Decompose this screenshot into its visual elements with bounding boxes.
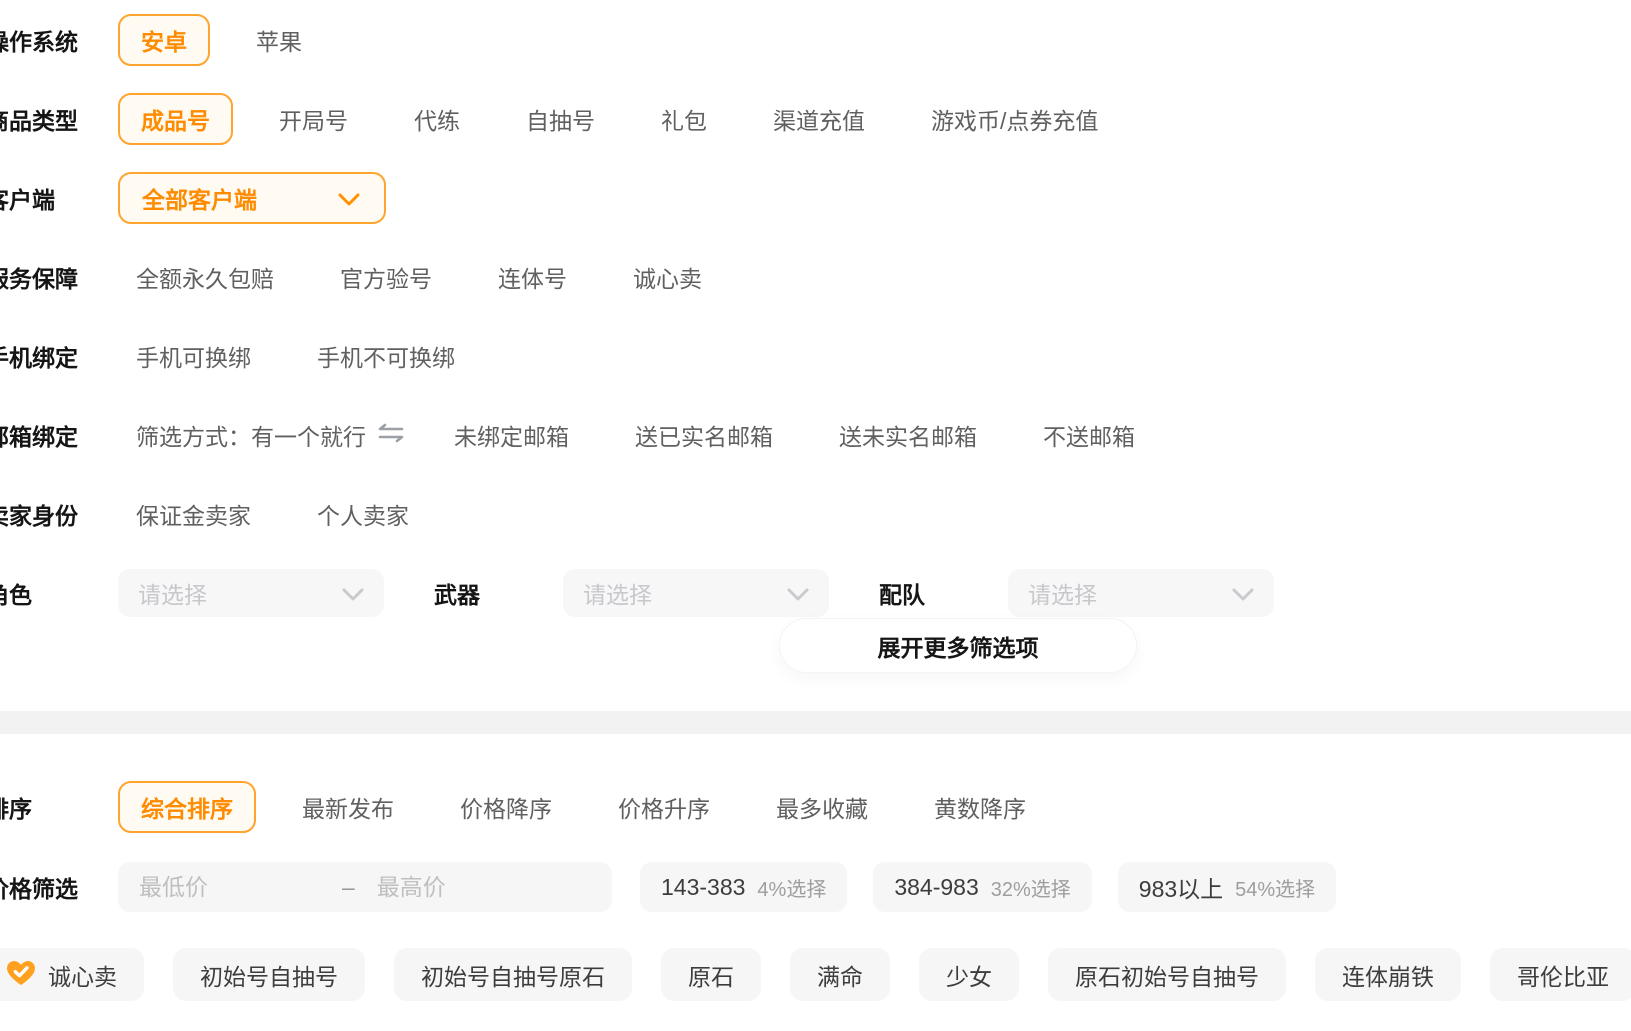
filter-label-email: 邮箱绑定 — [0, 418, 118, 452]
section-divider — [0, 711, 1631, 734]
filter-label-weapon: 武器 — [434, 576, 480, 610]
seller-option-deposit-seller[interactable]: 保证金卖家 — [136, 497, 251, 531]
client-dropdown-value: 全部客户端 — [142, 181, 257, 215]
type-option-coin-topup[interactable]: 游戏币/点券充值 — [931, 102, 1098, 136]
chevron-down-icon — [338, 185, 360, 212]
chevron-down-icon — [1232, 580, 1254, 607]
price-filter-label: 价格筛选 — [0, 870, 118, 904]
os-option-apple[interactable]: 苹果 — [256, 23, 302, 57]
price-range-value: 983以上 — [1139, 870, 1223, 904]
weapon-select[interactable]: 请选择 — [563, 569, 829, 617]
filter-label-team: 配队 — [879, 576, 925, 610]
os-option-android[interactable]: 安卓 — [118, 14, 210, 66]
price-range-percent: 32%选择 — [991, 873, 1071, 902]
expand-more-filters-button[interactable]: 展开更多筛选项 — [780, 619, 1136, 672]
type-option-boosting[interactable]: 代练 — [414, 102, 460, 136]
phone-option-not-rebindable[interactable]: 手机不可换绑 — [317, 339, 455, 373]
price-dash: – — [342, 874, 355, 901]
sort-option-price-desc[interactable]: 价格降序 — [460, 790, 552, 824]
chevron-down-icon — [342, 580, 364, 607]
swap-icon — [378, 422, 404, 449]
price-range-percent: 4%选择 — [757, 873, 826, 902]
email-option-unbound[interactable]: 未绑定邮箱 — [454, 418, 569, 452]
service-option-linked-account[interactable]: 连体号 — [498, 260, 567, 294]
filter-label-os: 操作系统 — [0, 23, 118, 57]
sort-option-huangshu-desc[interactable]: 黄数降序 — [934, 790, 1026, 824]
email-option-unverified-mailbox[interactable]: 送未实名邮箱 — [839, 418, 977, 452]
price-range-option-3[interactable]: 983以上 54%选择 — [1118, 862, 1336, 912]
sort-option-newest[interactable]: 最新发布 — [302, 790, 394, 824]
price-range-option-2[interactable]: 384-983 32%选择 — [873, 862, 1091, 912]
price-range-option-1[interactable]: 143-383 4%选择 — [640, 862, 847, 912]
email-option-verified-mailbox[interactable]: 送已实名邮箱 — [635, 418, 773, 452]
role-select[interactable]: 请选择 — [118, 569, 384, 617]
chevron-down-icon — [787, 580, 809, 607]
type-option-starter-account[interactable]: 开局号 — [279, 102, 348, 136]
email-filter-mode-label: 筛选方式：有一个就行 — [136, 418, 366, 452]
price-range-value: 384-983 — [894, 874, 978, 901]
filter-row-service: 服务保障 全额永久包赔 官方验号 连体号 诚心卖 — [0, 251, 1631, 303]
tag-sincere-sell[interactable]: 诚心卖 — [0, 948, 144, 1001]
tag-starter-selfdraw-primogem[interactable]: 初始号自抽号原石 — [394, 948, 632, 1001]
price-range-value: 143-383 — [661, 874, 745, 901]
sort-option-price-asc[interactable]: 价格升序 — [618, 790, 710, 824]
min-price-input[interactable] — [137, 873, 342, 902]
filter-label-phone: 手机绑定 — [0, 339, 118, 373]
client-dropdown[interactable]: 全部客户端 — [118, 172, 386, 224]
weapon-select-placeholder: 请选择 — [583, 576, 652, 610]
email-option-no-mailbox[interactable]: 不送邮箱 — [1043, 418, 1135, 452]
max-price-input[interactable] — [375, 873, 593, 902]
email-filter-mode-toggle[interactable]: 筛选方式：有一个就行 — [136, 418, 388, 452]
team-select[interactable]: 请选择 — [1008, 569, 1274, 617]
role-select-placeholder: 请选择 — [138, 576, 207, 610]
tag-primogem-starter-selfdraw[interactable]: 原石初始号自抽号 — [1048, 948, 1286, 1001]
filter-panel: 操作系统 安卓 苹果 商品类型 成品号 开局号 代练 自抽号 礼包 渠道充值 游… — [0, 14, 1631, 1031]
tag-full-constellation[interactable]: 满命 — [790, 948, 890, 1001]
filter-label-seller: 卖家身份 — [0, 497, 118, 531]
service-option-official-verified[interactable]: 官方验号 — [340, 260, 432, 294]
filter-row-selects: 角色 请选择 武器 请选择 配队 请选择 — [0, 567, 1631, 619]
seller-option-individual-seller[interactable]: 个人卖家 — [317, 497, 409, 531]
filter-label-type: 商品类型 — [0, 102, 118, 136]
tag-columbia[interactable]: 哥伦比亚 — [1490, 948, 1631, 1001]
type-option-self-draw[interactable]: 自抽号 — [526, 102, 595, 136]
filter-label-role: 角色 — [0, 576, 118, 610]
filter-row-os: 操作系统 安卓 苹果 — [0, 14, 1631, 66]
team-select-placeholder: 请选择 — [1028, 576, 1097, 610]
sort-row: 排序 综合排序 最新发布 价格降序 价格升序 最多收藏 黄数降序 — [0, 780, 1631, 833]
service-option-full-compensation[interactable]: 全额永久包赔 — [136, 260, 274, 294]
type-option-finished-account[interactable]: 成品号 — [118, 93, 233, 145]
filter-row-type: 商品类型 成品号 开局号 代练 自抽号 礼包 渠道充值 游戏币/点券充值 — [0, 93, 1631, 145]
tag-starter-selfdraw[interactable]: 初始号自抽号 — [173, 948, 365, 1001]
tag-label: 诚心卖 — [48, 958, 117, 992]
type-option-channel-topup[interactable]: 渠道充值 — [773, 102, 865, 136]
price-range-percent: 54%选择 — [1235, 873, 1315, 902]
tag-linked-starrail[interactable]: 连体崩铁 — [1315, 948, 1461, 1001]
price-range-inputs: – — [118, 862, 612, 912]
sort-option-comprehensive[interactable]: 综合排序 — [118, 781, 256, 833]
filter-label-service: 服务保障 — [0, 260, 118, 294]
filter-row-email: 邮箱绑定 筛选方式：有一个就行 未绑定邮箱 送已实名邮箱 送未实名邮箱 不送邮箱 — [0, 409, 1631, 461]
tag-primogem[interactable]: 原石 — [661, 948, 761, 1001]
filter-label-client: 客户端 — [0, 181, 118, 215]
type-option-gift-pack[interactable]: 礼包 — [661, 102, 707, 136]
filter-row-phone: 手机绑定 手机可换绑 手机不可换绑 — [0, 330, 1631, 382]
sort-option-most-favorited[interactable]: 最多收藏 — [776, 790, 868, 824]
filter-row-client: 客户端 全部客户端 — [0, 172, 1631, 224]
phone-option-rebindable[interactable]: 手机可换绑 — [136, 339, 251, 373]
price-filter-row: 价格筛选 – 143-383 4%选择 384-983 32%选择 983以上 … — [0, 862, 1631, 912]
filter-row-seller: 卖家身份 保证金卖家 个人卖家 — [0, 488, 1631, 540]
heart-check-icon — [3, 955, 39, 995]
sort-label: 排序 — [0, 790, 118, 824]
tag-girl[interactable]: 少女 — [919, 948, 1019, 1001]
quick-tags-row: 诚心卖 初始号自抽号 初始号自抽号原石 原石 满命 少女 原石初始号自抽号 连体… — [0, 948, 1631, 1001]
service-option-sincere-sell[interactable]: 诚心卖 — [633, 260, 702, 294]
